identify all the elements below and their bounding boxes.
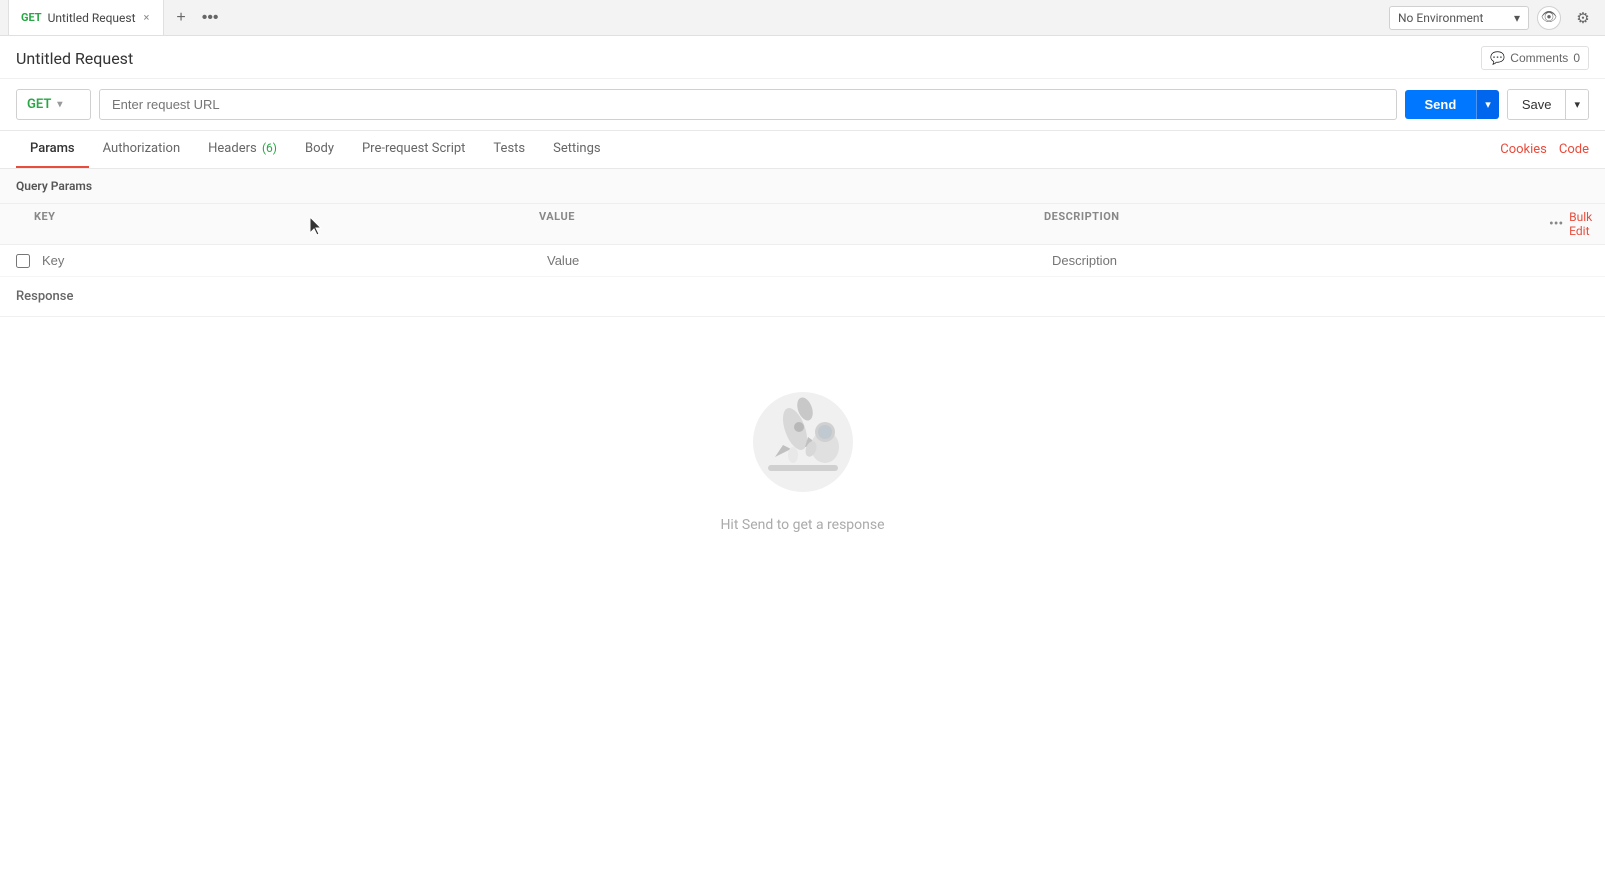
settings-icon-button[interactable]: ⚙ xyxy=(1569,4,1597,32)
key-column-header: KEY xyxy=(34,210,539,238)
tab-prerequest-label: Pre-request Script xyxy=(362,141,465,156)
send-dropdown-button[interactable]: ▾ xyxy=(1476,90,1499,119)
tab-settings-label: Settings xyxy=(553,141,600,156)
params-table: KEY VALUE DESCRIPTION ••• Bulk Edit xyxy=(0,204,1605,277)
tab-tests-label: Tests xyxy=(493,141,525,156)
table-row xyxy=(0,245,1605,277)
description-column-header: DESCRIPTION xyxy=(1044,210,1549,238)
env-label: No Environment xyxy=(1398,11,1483,25)
tab-params-label: Params xyxy=(30,141,75,156)
tab-authorization[interactable]: Authorization xyxy=(89,131,195,168)
request-title-bar: Untitled Request 💬 Comments 0 xyxy=(0,36,1605,79)
more-options-icon[interactable]: ••• xyxy=(1549,216,1563,232)
request-tab[interactable]: GET Untitled Request × xyxy=(8,0,164,35)
save-button[interactable]: Save xyxy=(1508,90,1566,119)
value-column-header: VALUE xyxy=(539,210,1044,238)
params-table-header: KEY VALUE DESCRIPTION ••• Bulk Edit xyxy=(0,204,1605,245)
tab-pre-request-script[interactable]: Pre-request Script xyxy=(348,131,479,168)
row-checkbox[interactable] xyxy=(16,254,30,268)
url-input[interactable] xyxy=(99,89,1397,120)
tab-method-badge: GET xyxy=(21,11,42,24)
empty-state: Hit Send to get a response xyxy=(0,317,1605,573)
tab-title: Untitled Request xyxy=(48,11,136,25)
tab-settings[interactable]: Settings xyxy=(539,131,614,168)
cookies-link[interactable]: Cookies xyxy=(1500,142,1547,157)
more-options-button[interactable]: ••• xyxy=(198,7,223,29)
comments-label: Comments xyxy=(1510,51,1568,65)
url-bar: GET ▾ Send ▾ Save ▾ xyxy=(0,79,1605,131)
comments-count: 0 xyxy=(1573,51,1580,65)
tab-area: GET Untitled Request × + ••• xyxy=(8,0,231,35)
bulk-edit-link[interactable]: Bulk Edit xyxy=(1569,210,1592,238)
method-label: GET xyxy=(27,97,51,112)
save-dropdown-button[interactable]: ▾ xyxy=(1565,90,1588,119)
method-dropdown[interactable]: GET ▾ xyxy=(16,89,91,120)
tab-headers[interactable]: Headers (6) xyxy=(194,131,291,168)
eye-icon: 👁 xyxy=(1541,10,1558,25)
tab-tests[interactable]: Tests xyxy=(479,131,539,168)
tab-actions: + ••• xyxy=(164,7,230,29)
rocket-illustration xyxy=(743,377,863,497)
eye-icon-button[interactable]: 👁 xyxy=(1537,6,1561,30)
save-button-group: Save ▾ xyxy=(1507,89,1589,120)
tab-body[interactable]: Body xyxy=(291,131,348,168)
description-input[interactable] xyxy=(1044,249,1549,272)
request-tabs: Params Authorization Headers (6) Body Pr… xyxy=(0,131,1605,169)
empty-state-message: Hit Send to get a response xyxy=(720,517,884,533)
send-button-group: Send ▾ xyxy=(1405,90,1499,119)
tab-params[interactable]: Params xyxy=(16,131,89,168)
value-input[interactable] xyxy=(539,249,1044,272)
method-chevron-icon: ▾ xyxy=(57,99,62,110)
key-input[interactable] xyxy=(34,249,539,272)
top-bar: GET Untitled Request × + ••• No Environm… xyxy=(0,0,1605,36)
response-section-title: Response xyxy=(0,277,1605,317)
query-params-section-title: Query Params xyxy=(0,169,1605,204)
env-chevron-icon: ▾ xyxy=(1514,11,1520,25)
tab-close-button[interactable]: × xyxy=(142,9,152,26)
gear-icon: ⚙ xyxy=(1576,9,1589,27)
comments-button[interactable]: 💬 Comments 0 xyxy=(1481,46,1589,70)
code-link[interactable]: Code xyxy=(1559,142,1589,157)
send-button[interactable]: Send xyxy=(1405,90,1477,119)
page-title: Untitled Request xyxy=(16,49,133,68)
environment-selector[interactable]: No Environment ▾ xyxy=(1389,6,1529,30)
top-right-area: No Environment ▾ 👁 ⚙ xyxy=(1389,4,1597,32)
tab-body-label: Body xyxy=(305,141,334,156)
comment-icon: 💬 xyxy=(1490,51,1505,65)
headers-badge: (6) xyxy=(262,141,277,155)
new-tab-button[interactable]: + xyxy=(172,7,189,29)
tab-right-links: Cookies Code xyxy=(1500,142,1589,157)
tab-headers-label: Headers xyxy=(208,141,257,156)
tab-authorization-label: Authorization xyxy=(103,141,181,156)
